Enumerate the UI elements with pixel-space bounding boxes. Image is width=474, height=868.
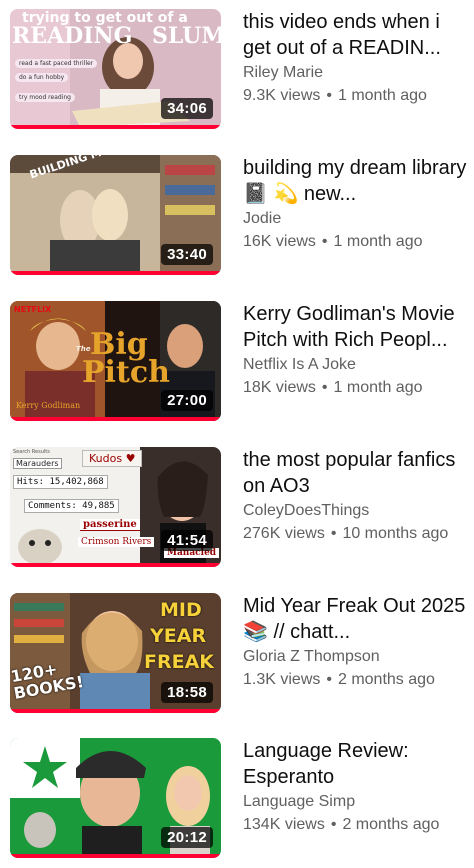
video-meta: Language Review: Esperanto Language Simp… — [243, 738, 471, 837]
watch-progress-bar — [10, 417, 221, 421]
video-meta: Kerry Godliman's Movie Pitch with Rich P… — [243, 301, 471, 400]
video-title[interactable]: Language Review: Esperanto — [243, 738, 471, 790]
video-item[interactable]: 20:12 Language Review: Esperanto Languag… — [0, 738, 474, 868]
duration-badge: 27:00 — [161, 390, 213, 411]
thumbnail-chip: read a fast paced thriller — [15, 59, 98, 68]
netflix-logo: NETFLIX — [14, 305, 52, 314]
view-count: 276K views — [243, 525, 325, 542]
video-thumbnail[interactable]: MID YEAR FREAK 120+ BOOKS! 18:58 — [10, 593, 221, 713]
video-title[interactable]: this video ends when i get out of a READ… — [243, 9, 471, 61]
upload-age: 2 months ago — [342, 816, 440, 833]
channel-name[interactable]: ColeyDoesThings — [243, 500, 471, 522]
thumbnail-caption-mid: MID — [160, 599, 202, 621]
thumbnail-search-label: Search Results — [13, 449, 50, 455]
video-stats: 18K views • 1 month ago — [243, 376, 471, 400]
thumbnail-caption-freak: FREAK — [144, 651, 215, 673]
duration-badge: 33:40 — [161, 244, 213, 265]
video-item[interactable]: NETFLIX The Big Pitch Kerry Godliman 27:… — [0, 301, 474, 431]
watch-progress-bar — [10, 854, 221, 858]
video-item[interactable]: BUILDING MY DREAM LIBRARY 33:40 building… — [0, 155, 474, 285]
thumbnail-chip: do a fun hobby — [15, 73, 69, 82]
video-thumbnail[interactable]: Search Results Marauders Kudos ♥ Hits: 1… — [10, 447, 221, 567]
duration-badge: 34:06 — [161, 98, 213, 119]
thumbnail-crimson-rivers: Crimson Rivers — [78, 537, 155, 547]
thumbnail-tag-marauders: Marauders — [13, 458, 62, 469]
duration-badge: 41:54 — [161, 530, 213, 551]
thumbnail-caption-left: READING — [12, 23, 133, 49]
watch-progress-bar — [10, 125, 221, 129]
separator-dot: • — [330, 525, 337, 542]
channel-name[interactable]: Netflix Is A Joke — [243, 354, 471, 376]
upload-age: 10 months ago — [342, 525, 449, 542]
channel-name[interactable]: Gloria Z Thompson — [243, 646, 471, 668]
video-item[interactable]: trying to get out of a READING SLUMP rea… — [0, 9, 474, 139]
thumbnail-caption-year: YEAR — [150, 625, 207, 647]
video-title[interactable]: Kerry Godliman's Movie Pitch with Rich P… — [243, 301, 471, 353]
thumbnail-comments: Comments: 49,885 — [24, 499, 119, 513]
upload-age: 1 month ago — [337, 87, 427, 104]
view-count: 16K views — [243, 233, 316, 250]
video-title[interactable]: the most popular fanfics on AO3 — [243, 447, 471, 499]
channel-name[interactable]: Jodie — [243, 208, 471, 230]
separator-dot: • — [321, 233, 328, 250]
video-stats: 9.3K views • 1 month ago — [243, 84, 471, 108]
duration-badge: 20:12 — [161, 827, 213, 848]
thumbnail-passerine: passerine — [80, 519, 140, 531]
video-stats: 276K views • 10 months ago — [243, 522, 471, 546]
separator-dot: • — [326, 671, 332, 688]
thumbnail-hits: Hits: 15,402,868 — [13, 475, 108, 489]
channel-name[interactable]: Language Simp — [243, 791, 471, 813]
view-count: 9.3K views — [243, 87, 321, 104]
video-item[interactable]: MID YEAR FREAK 120+ BOOKS! 18:58 Mid Yea… — [0, 593, 474, 723]
watch-progress-bar — [10, 271, 221, 275]
video-item[interactable]: Search Results Marauders Kudos ♥ Hits: 1… — [0, 447, 474, 577]
thumbnail-chip: try mood reading — [15, 93, 75, 102]
video-stats: 1.3K views • 2 months ago — [243, 668, 471, 692]
video-title[interactable]: building my dream library 📓 💫 new... — [243, 155, 471, 207]
upload-age: 1 month ago — [333, 233, 423, 250]
duration-badge: 18:58 — [161, 682, 213, 703]
video-stats: 16K views • 1 month ago — [243, 230, 471, 254]
video-thumbnail[interactable]: NETFLIX The Big Pitch Kerry Godliman 27:… — [10, 301, 221, 421]
separator-dot: • — [330, 816, 337, 833]
thumbnail-caption-right: SLUMP — [152, 23, 221, 49]
thumbnail-kudos: Kudos ♥ — [82, 450, 143, 467]
video-thumbnail[interactable]: 20:12 — [10, 738, 221, 858]
video-meta: building my dream library 📓 💫 new... Jod… — [243, 155, 471, 254]
view-count: 1.3K views — [243, 671, 321, 688]
watch-progress-bar — [10, 563, 221, 567]
thumbnail-caption-pitch: Pitch — [82, 355, 170, 390]
upload-age: 1 month ago — [333, 379, 423, 396]
thumbnail-caption-the: The — [76, 345, 91, 353]
separator-dot: • — [326, 87, 332, 104]
video-meta: Mid Year Freak Out 2025 📚 // chatt... Gl… — [243, 593, 471, 692]
video-title[interactable]: Mid Year Freak Out 2025 📚 // chatt... — [243, 593, 471, 645]
video-meta: the most popular fanfics on AO3 ColeyDoe… — [243, 447, 471, 546]
thumbnail-caption-name: Kerry Godliman — [16, 401, 81, 410]
upload-age: 2 months ago — [337, 671, 435, 688]
view-count: 134K views — [243, 816, 325, 833]
view-count: 18K views — [243, 379, 316, 396]
video-thumbnail[interactable]: trying to get out of a READING SLUMP rea… — [10, 9, 221, 129]
watch-progress-bar — [10, 709, 221, 713]
channel-name[interactable]: Riley Marie — [243, 62, 471, 84]
video-meta: this video ends when i get out of a READ… — [243, 9, 471, 108]
video-thumbnail[interactable]: BUILDING MY DREAM LIBRARY 33:40 — [10, 155, 221, 275]
video-stats: 134K views • 2 months ago — [243, 813, 471, 837]
separator-dot: • — [321, 379, 328, 396]
